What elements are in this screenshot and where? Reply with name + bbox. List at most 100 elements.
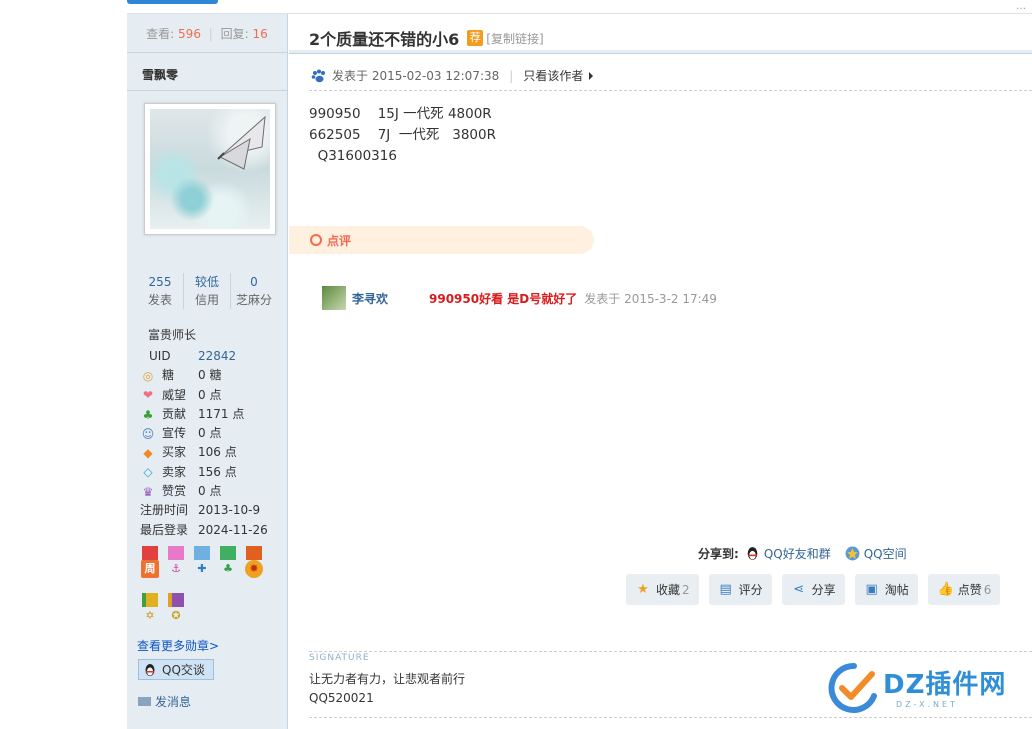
qq-penguin-icon [145, 663, 155, 676]
sugar-icon: ◎ [142, 368, 154, 383]
review-header: 点评 [289, 226, 594, 254]
sesame-stat[interactable]: 0 芝麻分 [230, 273, 277, 309]
watermark: DZ插件网 DZ-X.NET [828, 660, 1028, 720]
page-title: 2个质量还不错的小6 [309, 30, 460, 49]
share-qq-friends[interactable]: QQ好友和群 [745, 545, 831, 562]
thumbs-up-icon: 👍 [937, 581, 954, 597]
info-row: ☺ 宣传 0 点 [141, 426, 222, 441]
views-count: 596 [178, 27, 201, 41]
info-row: ♣ 贡献 1171 点 [140, 405, 280, 424]
heart-icon: ❤ [142, 388, 154, 403]
divider [127, 90, 287, 91]
content-line: 662505 7J 一代死 3800R [309, 127, 496, 143]
views-label: 查看: [146, 27, 175, 41]
envelope-icon [138, 697, 151, 706]
commenter-name[interactable]: 李寻欢 [352, 290, 429, 307]
crown-icon: ♛ [142, 484, 154, 499]
send-message-label: 发消息 [155, 695, 192, 709]
signature-line: 让无力者有力，让悲观者前行 [309, 672, 466, 686]
comment-text: 990950好看 是D号就好了 [429, 291, 578, 306]
medal-plus-icon[interactable]: ✚ [191, 546, 213, 580]
user-add-icon: ☺ [141, 426, 155, 441]
medal-flame-icon[interactable]: ✸ [243, 546, 265, 580]
qzone-star-icon [845, 546, 860, 561]
diamond-orange-icon: ◆ [143, 446, 153, 461]
post-time: 发表于 2015-02-03 12:07:38 [332, 69, 500, 83]
info-row: ◇ 卖家 156 点 [140, 463, 280, 482]
author-sidebar: 查看: 596 | 回复: 16 雪飘零 255 发表 较低 信用 0 芝麻分 富贵师… [127, 14, 288, 729]
medal-clover-icon[interactable]: ♣ [217, 546, 239, 580]
share-button[interactable]: ⋖ 分享 [781, 574, 845, 605]
share-label: 分享到: [698, 547, 739, 561]
credit-stat[interactable]: 较低 信用 [183, 273, 230, 309]
watermark-text: DZ插件网 [883, 670, 1007, 700]
taotie-icon: ▣ [865, 581, 878, 597]
author-counts: 255 发表 较低 信用 0 芝麻分 [137, 273, 277, 309]
qq-chat-label: QQ交谈 [162, 663, 205, 677]
signature-line: QQ520021 [309, 691, 374, 705]
ring-icon [310, 234, 322, 246]
sprout-icon: ♣ [142, 407, 154, 422]
medal-star-icon[interactable]: ✡ [139, 593, 161, 627]
info-row: ◆ 买家 106 点 [140, 443, 280, 462]
replies-count: 16 [252, 27, 268, 41]
divider [309, 90, 1032, 91]
medal-week-icon[interactable]: 周 [139, 546, 161, 580]
avatar-image [150, 109, 270, 229]
caret-right-icon [589, 71, 594, 80]
qq-chat-button[interactable]: QQ交谈 [138, 659, 214, 680]
diamond-blue-icon: ◇ [143, 465, 153, 480]
star-icon: ★ [637, 581, 649, 597]
rate-button[interactable]: ▤ 评分 [708, 574, 772, 605]
share-icon: ⋖ [793, 581, 805, 597]
share-qzone[interactable]: QQ空间 [845, 545, 907, 562]
more-medals-link[interactable]: 查看更多勋章> [137, 637, 219, 654]
post-meta: 发表于 2015-02-03 12:07:38 | 只看该作者 [311, 67, 594, 84]
like-button[interactable]: 👍 点赞 6 [927, 574, 1001, 605]
share-bar: 分享到: QQ好友和群 QQ空间 [698, 545, 921, 562]
author-info: UID 22842 ◎ 糖 0 糖 ❤ 威望 0 点 ♣ 贡献 1171 点 ☺ 宣传 0 点 … [140, 347, 280, 540]
info-row: ◎ 糖 0 糖 [140, 366, 280, 385]
commenter-avatar[interactable] [322, 286, 346, 310]
paw-icon [311, 69, 325, 82]
content-line: 990950 15J 一代死 4800R [309, 106, 492, 122]
recommend-badge: 荐 [467, 30, 484, 46]
register-row: 注册时间 2013-10-9 [140, 503, 261, 518]
info-row: ❤ 威望 0 点 [140, 386, 280, 405]
copy-link-button[interactable]: [复制链接] [486, 30, 543, 47]
comment-time: 发表于 2015-3-2 17:49 [584, 291, 717, 306]
uid-label: UID [149, 349, 171, 363]
watermark-subtext: DZ-X.NET [896, 700, 958, 709]
uid-row: UID 22842 [140, 347, 280, 366]
user-rank: 富贵师长 [148, 328, 197, 342]
qq-penguin-icon [747, 547, 758, 560]
divider [309, 651, 1032, 652]
uid-value[interactable]: 22842 [198, 347, 236, 366]
posts-stat[interactable]: 255 发表 [137, 273, 183, 309]
divider [289, 53, 1032, 54]
last-login-row: 最后登录 2024-11-26 [140, 522, 268, 537]
more-icon[interactable]: … [1016, 1, 1026, 12]
only-author-link[interactable]: 只看该作者 [523, 67, 583, 84]
post-actions: ★ 收藏 2 ▤ 评分 ⋖ 分享 ▣ 淘帖 👍 点赞 6 [626, 574, 1010, 605]
thread-stats: 查看: 596 | 回复: 16 [127, 14, 287, 53]
post-header: 2个质量还不错的小6 荐 [复制链接] [309, 26, 544, 50]
avatar[interactable] [144, 103, 276, 235]
author-name[interactable]: 雪飘零 [142, 66, 178, 83]
signature-label: SIGNATURE [309, 653, 370, 663]
review-comment: 李寻欢 990950好看 是D号就好了 发表于 2015-3-2 17:49 [322, 286, 717, 310]
medal-anchor-icon[interactable]: ⚓ [165, 546, 187, 580]
post-content: 990950 15J 一代死 4800R 662505 7J 一代死 3800R… [309, 104, 496, 167]
medal-purple-icon[interactable]: ✪ [165, 593, 187, 627]
taotie-button[interactable]: ▣ 淘帖 [854, 574, 918, 605]
rate-icon: ▤ [719, 581, 732, 597]
post-main: 2个质量还不错的小6 荐 [复制链接] 发表于 2015-02-03 12:07… [289, 14, 1032, 729]
content-line: Q31600316 [309, 148, 397, 164]
replies-label: 回复: [220, 27, 249, 41]
info-row: ♛ 赞赏 0 点 [140, 482, 280, 501]
send-message-link[interactable]: 发消息 [138, 693, 191, 710]
watermark-logo-icon [828, 662, 877, 713]
favorite-button[interactable]: ★ 收藏 2 [626, 574, 699, 605]
signature: 让无力者有力，让悲观者前行 QQ520021 [309, 670, 465, 708]
top-nav-button[interactable] [127, 0, 218, 4]
